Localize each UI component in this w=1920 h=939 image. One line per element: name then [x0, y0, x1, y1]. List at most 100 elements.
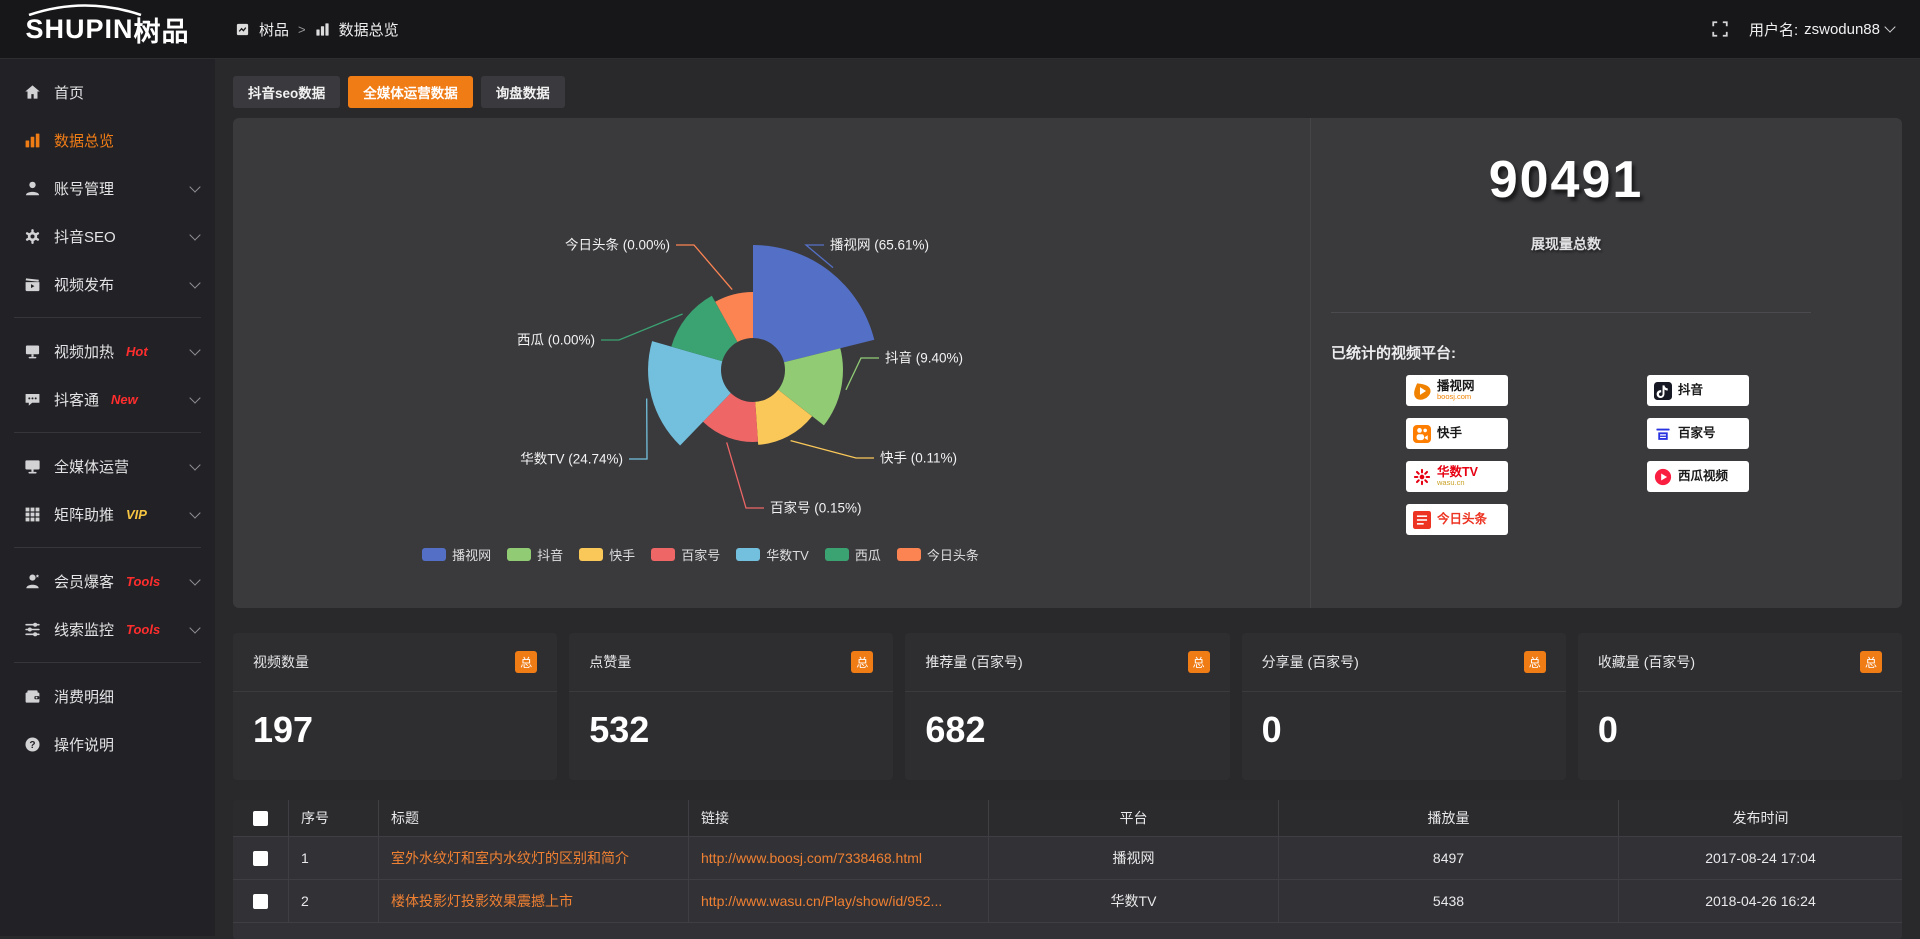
svg-text:?: ?: [29, 739, 35, 750]
legend-item-华数TV[interactable]: 华数TV: [736, 545, 809, 564]
topbar-right: 用户名: zswodun88: [1711, 19, 1920, 40]
sidebar-item-消费明细[interactable]: 消费明细: [0, 672, 215, 720]
tab-抖音seo数据[interactable]: 抖音seo数据: [233, 76, 340, 108]
videos-table: 序号标题链接平台播放量发布时间1室外水纹灯和室内水纹灯的区别和简介http://…: [233, 800, 1902, 939]
overview-panel: 播视网 (65.61%)抖音 (9.40%)快手 (0.11%)百家号 (0.1…: [233, 118, 1902, 608]
stat-card-header: 推荐量 (百家号)总: [905, 633, 1229, 692]
sidebar: 首页数据总览账号管理抖音SEO视频发布视频加热Hot抖客通New全媒体运营矩阵助…: [0, 58, 215, 936]
legend-swatch: [507, 548, 531, 561]
legend-item-百家号[interactable]: 百家号: [651, 545, 720, 564]
stat-card-header: 视频数量总: [233, 633, 557, 692]
table-row: 2楼体投影灯投影效果震撼上市http://www.wasu.cn/Play/sh…: [233, 880, 1902, 923]
pie-label-百家号: 百家号 (0.15%): [770, 500, 862, 516]
sidebar-item-数据总览[interactable]: 数据总览: [0, 116, 215, 164]
sidebar-item-账号管理[interactable]: 账号管理: [0, 164, 215, 212]
tab-询盘数据[interactable]: 询盘数据: [481, 76, 565, 108]
pie-label-西瓜: 西瓜 (0.00%): [517, 333, 595, 348]
stat-card-value: 197: [233, 692, 557, 751]
table-header-checkbox: [233, 800, 289, 836]
sidebar-item-label: 抖客通: [54, 389, 99, 410]
pie-label-华数TV: 华数TV (24.74%): [520, 452, 623, 467]
stat-card-label: 分享量 (百家号): [1262, 652, 1359, 672]
stat-card-label: 收藏量 (百家号): [1598, 652, 1695, 672]
legend-item-抖音[interactable]: 抖音: [507, 545, 563, 564]
legend-label: 西瓜: [855, 545, 881, 564]
sidebar-item-label: 抖音SEO: [54, 226, 116, 247]
toutiao-icon: [1413, 511, 1431, 529]
row-checkbox[interactable]: [253, 894, 268, 909]
cell-title: 楼体投影灯投影效果震撼上市: [379, 880, 689, 922]
platform-badge-抖音: 抖音: [1647, 375, 1749, 406]
boosj-play-icon: [1413, 382, 1431, 400]
table-header-发布时间: 发布时间: [1619, 800, 1902, 836]
sidebar-item-抖客通[interactable]: 抖客通New: [0, 375, 215, 423]
sidebar-item-会员爆客[interactable]: 会员爆客Tools: [0, 557, 215, 605]
cell-time: 2018-04-26 16:24: [1619, 880, 1902, 922]
video-url-link[interactable]: http://www.wasu.cn/Play/show/id/952...: [701, 893, 942, 909]
legend-item-播视网[interactable]: 播视网: [422, 545, 491, 564]
row-checkbox[interactable]: [253, 851, 268, 866]
table-header-播放量: 播放量: [1279, 800, 1619, 836]
sidebar-item-操作说明[interactable]: ?操作说明: [0, 720, 215, 768]
chevron-down-icon: [189, 622, 200, 633]
pie-chart: 播视网 (65.61%)抖音 (9.40%)快手 (0.11%)百家号 (0.1…: [233, 118, 1310, 608]
legend-item-快手[interactable]: 快手: [579, 545, 635, 564]
sidebar-item-首页[interactable]: 首页: [0, 68, 215, 116]
total-impressions-label: 展现量总数: [1311, 234, 1821, 254]
kuaishou-icon: [1413, 425, 1431, 443]
legend-swatch: [579, 548, 603, 561]
sidebar-item-矩阵助推[interactable]: 矩阵助推VIP: [0, 490, 215, 538]
platform-name: 抖音: [1678, 384, 1703, 397]
table-header-链接: 链接: [689, 800, 989, 836]
sidebar-item-label: 消费明细: [54, 686, 114, 707]
sidebar-item-视频发布[interactable]: 视频发布: [0, 260, 215, 308]
tab-全媒体运营数据[interactable]: 全媒体运营数据: [348, 76, 473, 108]
user-menu[interactable]: 用户名: zswodun88: [1749, 19, 1894, 40]
sidebar-item-视频加热[interactable]: 视频加热Hot: [0, 327, 215, 375]
legend-label: 播视网: [452, 545, 491, 564]
stat-card-点赞量: 点赞量总532: [569, 633, 893, 780]
chevron-down-icon: [189, 392, 200, 403]
platform-subtext: boosj.com: [1437, 393, 1475, 401]
total-badge: 总: [851, 651, 873, 673]
logo-text-en: SHUPIN: [25, 14, 133, 45]
video-publish-icon: [24, 276, 41, 293]
stat-card-分享量 (百家号): 分享量 (百家号)总0: [1242, 633, 1566, 780]
breadcrumb-separator: >: [298, 22, 306, 37]
sidebar-item-全媒体运营[interactable]: 全媒体运营: [0, 442, 215, 490]
stat-card-label: 点赞量: [589, 652, 631, 672]
monitor-icon: [24, 458, 41, 475]
sidebar-item-label: 矩阵助推: [54, 504, 114, 525]
chat-icon: [24, 391, 41, 408]
platforms-label: 已统计的视频平台:: [1331, 342, 1456, 363]
sidebar-item-抖音SEO[interactable]: 抖音SEO: [0, 212, 215, 260]
chevron-down-icon: [189, 277, 200, 288]
stat-card-视频数量: 视频数量总197: [233, 633, 557, 780]
total-badge: 总: [515, 651, 537, 673]
platform-badge-华数TV: 华数TVwasu.cn: [1406, 461, 1508, 492]
sidebar-item-线索监控[interactable]: 线索监控Tools: [0, 605, 215, 653]
table-header-平台: 平台: [989, 800, 1279, 836]
breadcrumb-root[interactable]: 树品: [259, 19, 289, 40]
video-url-link[interactable]: http://www.boosj.com/7338468.html: [701, 850, 922, 866]
platform-column-right: 抖音百家号西瓜视频: [1647, 375, 1749, 492]
chevron-down-icon: [1884, 21, 1895, 32]
platform-badge-西瓜视频: 西瓜视频: [1647, 461, 1749, 492]
sidebar-item-label: 首页: [54, 82, 84, 103]
pie-hole: [721, 338, 785, 402]
video-title-link[interactable]: 室外水纹灯和室内水纹灯的区别和简介: [391, 848, 629, 868]
app-logo[interactable]: SHUPIN 树品: [0, 0, 215, 58]
legend-item-西瓜[interactable]: 西瓜: [825, 545, 881, 564]
select-all-checkbox[interactable]: [253, 811, 268, 826]
chevron-down-icon: [189, 574, 200, 585]
wasu-burst-icon: [1413, 468, 1431, 486]
stat-card-推荐量 (百家号): 推荐量 (百家号)总682: [905, 633, 1229, 780]
table-header-序号: 序号: [289, 800, 379, 836]
platform-column-left: 播视网boosj.com快手华数TVwasu.cn今日头条: [1406, 375, 1508, 535]
fullscreen-icon[interactable]: [1711, 20, 1729, 38]
video-title-link[interactable]: 楼体投影灯投影效果震撼上市: [391, 891, 573, 911]
breadcrumb-root-icon: [235, 22, 250, 37]
legend-item-今日头条[interactable]: 今日头条: [897, 545, 979, 564]
platform-badge-今日头条: 今日头条: [1406, 504, 1508, 535]
cell-link: http://www.wasu.cn/Play/show/id/952...: [689, 880, 989, 922]
